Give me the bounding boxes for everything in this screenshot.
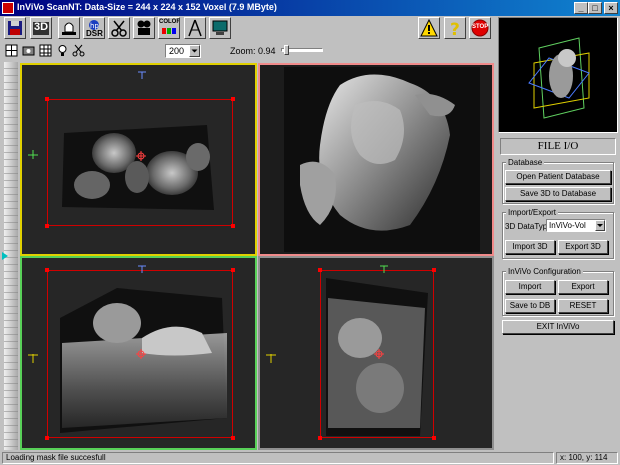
datatype-dropdown-button[interactable] — [595, 220, 605, 231]
left-axis-marker-icon — [28, 150, 38, 159]
import-export-legend: Import/Export — [506, 208, 559, 217]
print-button[interactable] — [58, 17, 80, 39]
crosshair-marker-icon — [136, 349, 146, 359]
light-button[interactable] — [56, 44, 69, 57]
datatype-select-value: InViVo-Vol — [549, 221, 586, 230]
close-button[interactable]: × — [604, 2, 618, 14]
zoom-slider[interactable] — [281, 45, 323, 55]
viewport-coronal[interactable] — [258, 256, 494, 450]
zoom-slider-thumb[interactable] — [284, 45, 289, 55]
scissors-small-icon — [72, 44, 85, 57]
camera-snapshot-button[interactable] — [22, 44, 35, 57]
export-3d-button[interactable]: Export 3D — [558, 240, 608, 254]
dsr-button-label: DSR — [86, 29, 103, 38]
warning-triangle-icon — [420, 18, 438, 37]
maximize-button[interactable]: □ — [588, 2, 602, 14]
save-to-db-button[interactable]: Save to DB — [505, 299, 555, 313]
stop-button[interactable]: STOP — [469, 17, 491, 39]
open-patient-database-button[interactable]: Open Patient Database — [505, 170, 611, 184]
datatype-select[interactable]: InViVo-Vol — [546, 219, 606, 232]
scan-button[interactable] — [209, 17, 231, 39]
3d-button-label: 3D — [34, 21, 49, 33]
chevron-down-icon — [597, 224, 603, 227]
3d-volume-render-image — [284, 67, 480, 252]
save-disk-button[interactable] — [4, 17, 26, 39]
orientation-overview[interactable] — [498, 17, 618, 133]
import-3d-button[interactable]: Import 3D — [505, 240, 555, 254]
viewport-3d-render[interactable] — [258, 63, 494, 256]
measure-button[interactable] — [184, 17, 206, 39]
grid-icon — [5, 44, 18, 57]
viewport-axial[interactable] — [20, 63, 257, 256]
top-axis-marker-icon — [138, 265, 146, 273]
config-export-button[interactable]: Export — [558, 280, 608, 294]
size-select[interactable]: 200 — [165, 44, 201, 58]
status-coordinates: x: 100, y: 114 — [556, 452, 618, 464]
save-3d-database-button[interactable]: Save 3D to Database — [505, 187, 611, 201]
question-mark-icon: ? — [450, 20, 460, 38]
table-grid-icon — [39, 44, 52, 57]
size-dropdown-button[interactable] — [189, 45, 200, 57]
configuration-legend: InViVo Configuration — [506, 267, 583, 276]
compass-measure-icon — [188, 19, 202, 37]
panel-title-box: FILE I/O — [500, 138, 616, 155]
minimize-button[interactable]: _ — [574, 2, 588, 14]
camera-icon — [22, 46, 35, 56]
cut-view-button[interactable] — [72, 44, 85, 57]
exit-button[interactable]: EXIT InViVo — [502, 320, 614, 334]
film-button[interactable] — [133, 17, 155, 39]
scissors-icon — [111, 20, 127, 37]
lightbulb-icon — [58, 45, 67, 56]
color-button[interactable]: COLOR — [158, 17, 180, 39]
database-legend: Database — [506, 158, 545, 167]
dsr-button[interactable]: hp DSR — [83, 17, 105, 39]
help-button[interactable]: ? — [444, 17, 466, 39]
crosshair-marker-icon — [374, 349, 384, 359]
printer-bell-icon — [62, 22, 76, 35]
zoom-label: Zoom: 0.94 — [230, 46, 276, 56]
reset-button[interactable]: RESET — [558, 299, 608, 313]
stop-button-label: STOP — [472, 24, 489, 30]
chevron-down-icon — [191, 49, 198, 53]
top-axis-marker-icon — [138, 71, 146, 79]
grid-view-button[interactable] — [39, 44, 52, 57]
color-palette-icon — [162, 28, 176, 34]
title-bar: InViVo ScanNT: Data-Size = 244 x 224 x 1… — [0, 0, 620, 16]
config-import-button[interactable]: Import — [505, 280, 555, 294]
viewport-sagittal[interactable] — [20, 256, 257, 450]
axial-roi-box[interactable] — [47, 99, 233, 226]
status-message: Loading mask file succesfull — [2, 452, 554, 464]
crosshair-marker-icon — [136, 151, 146, 161]
app-icon — [2, 2, 14, 14]
3d-button[interactable]: 3D — [30, 17, 52, 39]
svg-text:?: ? — [450, 20, 460, 38]
orientation-cube-icon — [528, 37, 590, 119]
cut-button[interactable] — [108, 17, 130, 39]
window-title: InViVo ScanNT: Data-Size = 244 x 224 x 1… — [17, 2, 277, 12]
floppy-save-icon — [8, 21, 22, 35]
left-axis-marker-icon — [28, 354, 38, 363]
monitor-scan-icon — [212, 20, 228, 35]
left-axis-marker-icon — [266, 354, 276, 363]
size-select-value: 200 — [169, 46, 185, 56]
top-axis-marker-icon — [380, 265, 388, 273]
ruler-marker-icon — [2, 252, 8, 260]
layout-grid-button[interactable] — [5, 44, 18, 57]
film-camera-icon — [137, 20, 151, 35]
warning-button[interactable] — [418, 17, 440, 39]
panel-title: FILE I/O — [537, 140, 579, 152]
